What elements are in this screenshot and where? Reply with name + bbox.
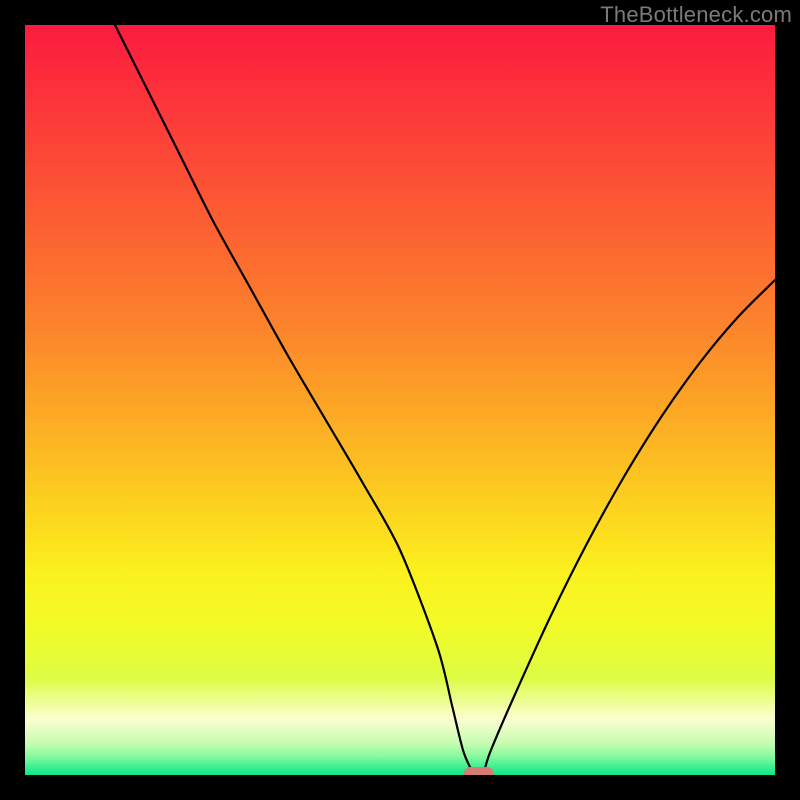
- watermark-text: TheBottleneck.com: [600, 2, 792, 28]
- optimal-marker: [464, 767, 494, 775]
- bottleneck-chart: [25, 25, 775, 775]
- chart-frame: TheBottleneck.com: [0, 0, 800, 800]
- plot-area: [25, 25, 775, 775]
- gradient-background: [25, 25, 775, 775]
